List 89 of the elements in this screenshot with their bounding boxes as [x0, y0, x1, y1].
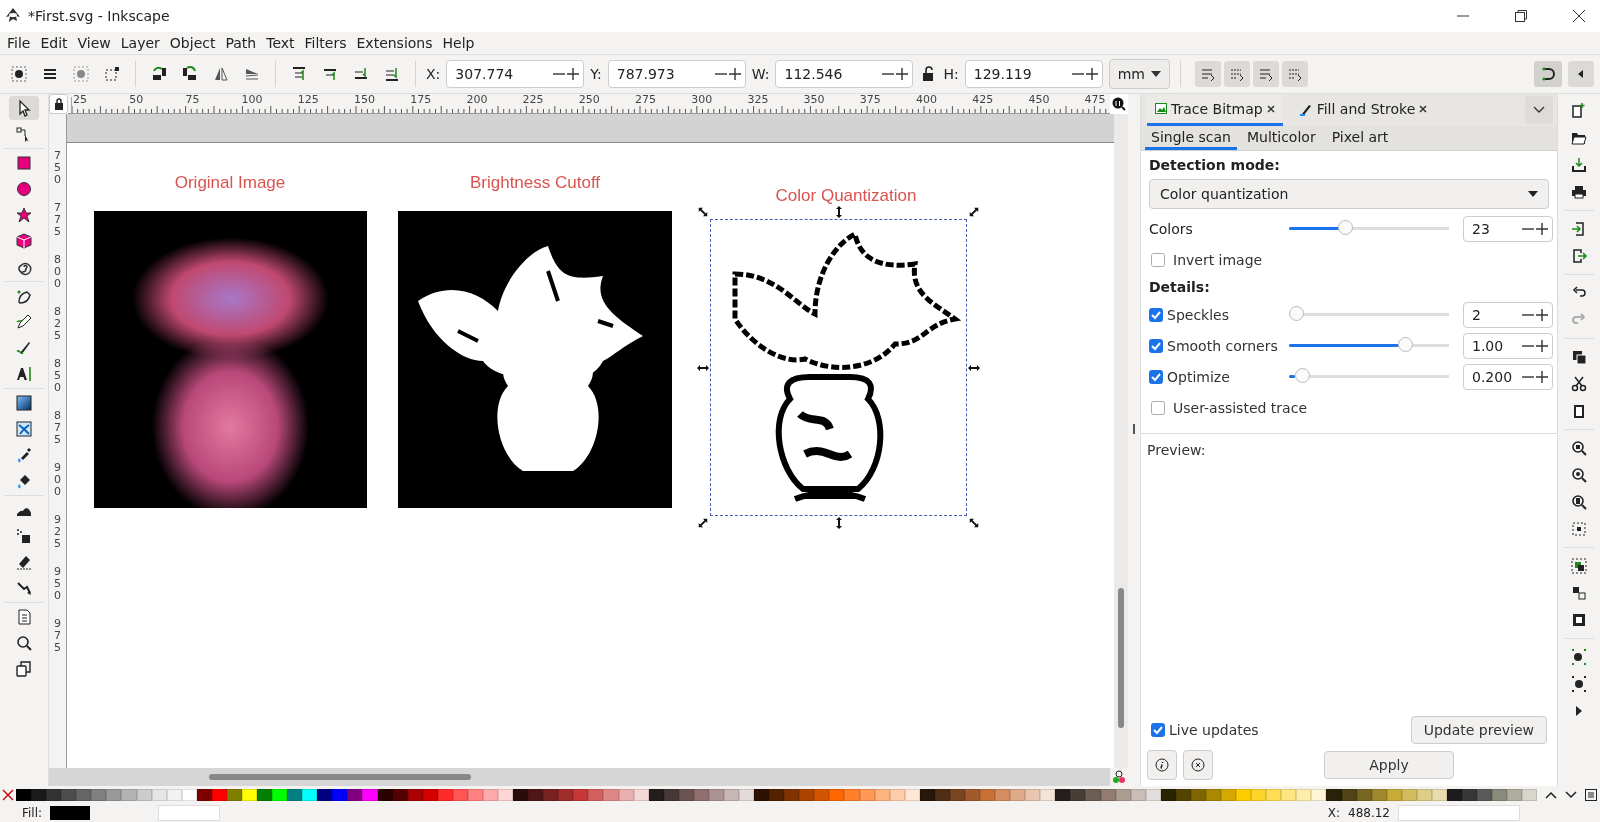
field-label: X: [426, 66, 441, 82]
menu-item[interactable]: Extensions [351, 35, 438, 51]
ruler-number: 200 [465, 94, 488, 106]
dropdown-value: Color quantization [1160, 186, 1289, 202]
number-field[interactable]: 2 [1463, 301, 1553, 328]
ruler-number: 225 [521, 94, 544, 106]
number-field[interactable]: 1.00 [1463, 332, 1553, 359]
unit-dropdown[interactable]: mm [1108, 59, 1170, 89]
ruler-number: 175 [409, 94, 432, 106]
checkbox-label: User-assisted trace [1173, 399, 1307, 416]
ruler-number: 350 [802, 94, 825, 106]
unit-label: mm [1117, 66, 1145, 82]
image-caption: Original Image [174, 173, 286, 193]
number-field[interactable]: 112.546 [775, 60, 914, 88]
ruler-number: 300 [690, 94, 713, 106]
ruler-number: 400 [915, 94, 937, 106]
dialog-tab[interactable]: Trace Bitmap [1147, 94, 1283, 126]
field-value: 23 [1471, 220, 1491, 237]
ruler-number: 100 [240, 94, 263, 106]
menu-item[interactable]: Path [220, 35, 262, 51]
field-value: 0.200 [1471, 368, 1514, 385]
field-label: H: [943, 66, 959, 82]
number-field[interactable]: 23 [1463, 215, 1553, 242]
ruler-number: 825 [53, 306, 62, 345]
window-title: *First.svg - Inkscape [28, 8, 170, 24]
preview-label: Preview: [1147, 442, 1207, 458]
ruler-number: 475 [1083, 94, 1106, 106]
mode-tab[interactable]: Multicolor [1240, 129, 1322, 150]
menu-item[interactable]: Help [437, 35, 480, 51]
menu-item[interactable]: Edit [35, 35, 73, 51]
update-preview-button[interactable]: Update preview [1410, 716, 1547, 744]
ruler-number: 25 [72, 94, 87, 106]
section-heading: Details: [1149, 279, 1210, 295]
detection-mode-dropdown[interactable]: Color quantization [1149, 179, 1549, 209]
coordinate-value: 488.12 [1348, 806, 1390, 820]
field-value: 129.119 [972, 66, 1033, 82]
ruler-number: 375 [858, 94, 881, 106]
number-field[interactable]: 0.200 [1463, 363, 1553, 390]
ruler-number: 450 [1027, 94, 1050, 106]
ruler-number: 900 [53, 462, 62, 501]
field-value: 2 [1471, 306, 1482, 323]
menu-item[interactable]: Object [164, 35, 221, 51]
menu-item[interactable]: Filters [299, 35, 352, 51]
number-field[interactable]: 787.973 [607, 60, 746, 88]
checkbox-label: Live updates [1169, 722, 1259, 738]
mode-tab[interactable]: Single scan [1145, 129, 1237, 150]
dialog-tab[interactable]: Fill and Stroke [1290, 94, 1436, 126]
ruler-number: 50 [128, 94, 144, 106]
ruler-number: 275 [634, 94, 656, 106]
coordinate-label: X: [1327, 806, 1340, 820]
menu-item[interactable]: View [72, 35, 116, 51]
menu-item[interactable]: Text [261, 35, 300, 51]
ruler-number: 775 [53, 202, 62, 241]
checkbox-label: Speckles [1167, 306, 1229, 323]
ruler-number: 125 [296, 94, 319, 106]
checkbox-label: Smooth corners [1167, 337, 1278, 354]
field-value: 787.973 [615, 66, 676, 82]
apply-button[interactable]: Apply [1324, 751, 1454, 779]
menu-item[interactable]: Layer [115, 35, 165, 51]
image-caption: Brightness Cutoff [469, 173, 601, 193]
ruler-number: 250 [577, 94, 600, 106]
tab-label: Fill and Stroke [1316, 100, 1416, 117]
ruler-number: 950 [53, 566, 62, 605]
ruler-number: 150 [353, 94, 375, 106]
field-value: 112.546 [783, 66, 844, 82]
number-field[interactable]: 307.774 [446, 60, 585, 88]
ruler-number: 925 [53, 514, 62, 553]
fill-label: Fill: [22, 806, 43, 820]
ruler-number: 975 [53, 618, 62, 657]
ruler-number: 425 [971, 94, 994, 106]
field-label: W: [751, 66, 770, 82]
menu-item[interactable]: File [2, 35, 36, 51]
field-label: Y: [590, 66, 602, 82]
slider-label: Colors [1149, 220, 1193, 237]
ruler-number: 325 [746, 94, 769, 106]
ruler-number: 750 [53, 150, 62, 189]
ruler-number: 800 [53, 254, 62, 293]
ruler-number: 875 [53, 410, 62, 449]
image-caption: Color Quantization [775, 186, 917, 206]
section-heading: Detection mode: [1149, 157, 1281, 173]
tab-label: Trace Bitmap [1171, 100, 1263, 117]
ruler-number: 850 [53, 358, 62, 397]
checkbox-label: Optimize [1167, 368, 1230, 385]
ruler-number: 75 [184, 94, 200, 106]
mode-tab[interactable]: Pixel art [1325, 129, 1395, 150]
number-field[interactable]: 129.119 [964, 60, 1103, 88]
field-value: 1.00 [1471, 337, 1505, 354]
field-value: 307.774 [454, 66, 515, 82]
checkbox-label: Invert image [1173, 251, 1263, 268]
